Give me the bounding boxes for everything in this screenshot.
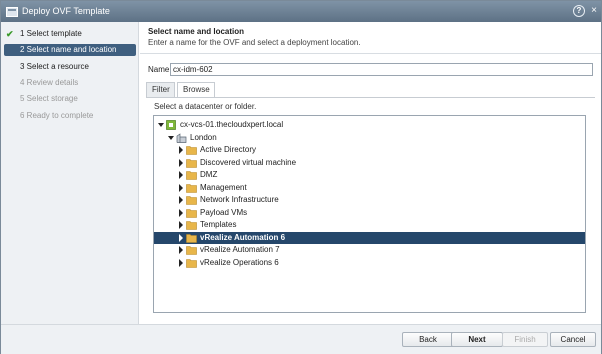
wizard-step-label: 4 Review details (20, 77, 79, 87)
expanded-arrow-icon[interactable] (158, 121, 164, 129)
collapsed-arrow-icon[interactable] (178, 233, 184, 242)
wizard-step-label: 5 Select storage (20, 94, 78, 104)
tree-node-label: DMZ (200, 170, 218, 179)
finish-button[interactable]: Finish (502, 332, 548, 347)
folder-icon (186, 208, 197, 218)
tree-node-label: vRealize Automation 6 (200, 232, 286, 242)
folder-icon (186, 233, 197, 243)
wizard-step-1[interactable]: ✔ 1 Select template (4, 28, 136, 40)
next-button[interactable]: Next (451, 332, 503, 347)
tree-node[interactable]: London (154, 132, 585, 144)
tree-node-label: London (190, 132, 217, 142)
tree-node[interactable]: Network Infrastructure (154, 194, 585, 206)
folder-icon (186, 246, 197, 255)
name-label: Name (148, 65, 170, 74)
title-bar[interactable]: Deploy OVF Template ? × (1, 1, 601, 22)
divider (140, 53, 601, 54)
instruction-text: Select a datacenter or folder. (154, 102, 257, 111)
page-title: Select name and location (148, 27, 245, 36)
collapsed-arrow-icon[interactable] (178, 221, 184, 229)
datacenter-icon (176, 132, 187, 143)
wizard-step-6: 6 Ready to complete (4, 110, 136, 122)
tree-node[interactable]: vRealize Automation 6 (154, 231, 585, 244)
expanded-arrow-icon[interactable] (168, 134, 174, 142)
wizard-step-label: 1 Select template (20, 29, 82, 38)
tree-node[interactable]: Management (154, 182, 585, 194)
inventory-tree[interactable]: cx-vcs-01.thecloudxpert.local London Activ… (153, 115, 586, 313)
tab-browse[interactable]: Browse (177, 82, 215, 98)
ovf-template-icon (6, 7, 18, 17)
dialog-footer: Back Next Finish Cancel (1, 324, 601, 354)
tree-node[interactable]: Payload VMs (154, 207, 585, 219)
help-icon[interactable]: ? (573, 5, 585, 17)
collapsed-arrow-icon[interactable] (178, 196, 184, 204)
wizard-step-3: 3 Select a resource (4, 61, 136, 73)
wizard-step-label: 2 Select name and location (20, 45, 117, 55)
folder-icon (186, 221, 197, 230)
tree-node[interactable]: DMZ (154, 169, 585, 181)
tab-filter[interactable]: Filter (146, 82, 175, 97)
back-button[interactable]: Back (402, 332, 454, 347)
folder-icon (186, 171, 197, 180)
collapsed-arrow-icon[interactable] (178, 258, 184, 267)
tree-node[interactable]: vRealize Automation 7 (154, 244, 585, 256)
tree-node[interactable]: Templates (154, 219, 585, 231)
collapsed-arrow-icon[interactable] (178, 158, 184, 167)
dialog-title: Deploy OVF Template (22, 6, 110, 16)
tree-node-label: Network Infrastructure (200, 195, 279, 204)
folder-icon (186, 196, 197, 205)
collapsed-arrow-icon[interactable] (178, 246, 184, 254)
wizard-step-4: 4 Review details (4, 77, 136, 89)
checkmark-icon: ✔ (6, 29, 14, 39)
name-field[interactable] (170, 63, 593, 76)
tree-node-label: Templates (200, 220, 237, 229)
wizard-step-label: 3 Select a resource (20, 61, 89, 71)
folder-icon (186, 146, 197, 155)
tree-node-label: cx-vcs-01.thecloudxpert.local (180, 120, 284, 129)
collapsed-arrow-icon[interactable] (178, 171, 184, 179)
folder-icon (186, 183, 197, 193)
folder-icon (186, 258, 197, 268)
folder-icon (186, 158, 197, 168)
tree-node[interactable]: vRealize Operations 6 (154, 257, 585, 269)
main-panel: Select name and location Enter a name fo… (140, 22, 601, 324)
tab-divider (146, 97, 595, 98)
wizard-steps: ✔ 1 Select template 2 Select name and loca… (1, 22, 139, 324)
wizard-step-5: 5 Select storage (4, 93, 136, 105)
tree-node-label: Discovered virtual machine (200, 157, 297, 167)
deploy-ovf-dialog: Deploy OVF Template ? × ✔ 1 Select templa… (0, 0, 602, 354)
tree-node-label: vRealize Operations 6 (200, 257, 279, 267)
cancel-button[interactable]: Cancel (550, 332, 596, 347)
vcenter-icon (166, 120, 176, 130)
tree-node-label: Management (200, 182, 247, 192)
tree-node-label: Active Directory (200, 145, 257, 154)
tree-node[interactable]: Active Directory (154, 144, 585, 156)
tree-node[interactable]: Discovered virtual machine (154, 157, 585, 169)
page-subtitle: Enter a name for the OVF and select a de… (148, 38, 361, 47)
collapsed-arrow-icon[interactable] (178, 146, 184, 154)
collapsed-arrow-icon[interactable] (178, 208, 184, 217)
tree-node-label: Payload VMs (200, 207, 248, 217)
tree-node-label: vRealize Automation 7 (200, 245, 280, 254)
collapsed-arrow-icon[interactable] (178, 183, 184, 192)
wizard-step-label: 6 Ready to complete (20, 110, 94, 120)
tree-node[interactable]: cx-vcs-01.thecloudxpert.local (154, 119, 585, 131)
close-icon[interactable]: × (589, 4, 599, 18)
wizard-step-2[interactable]: 2 Select name and location (4, 44, 136, 57)
